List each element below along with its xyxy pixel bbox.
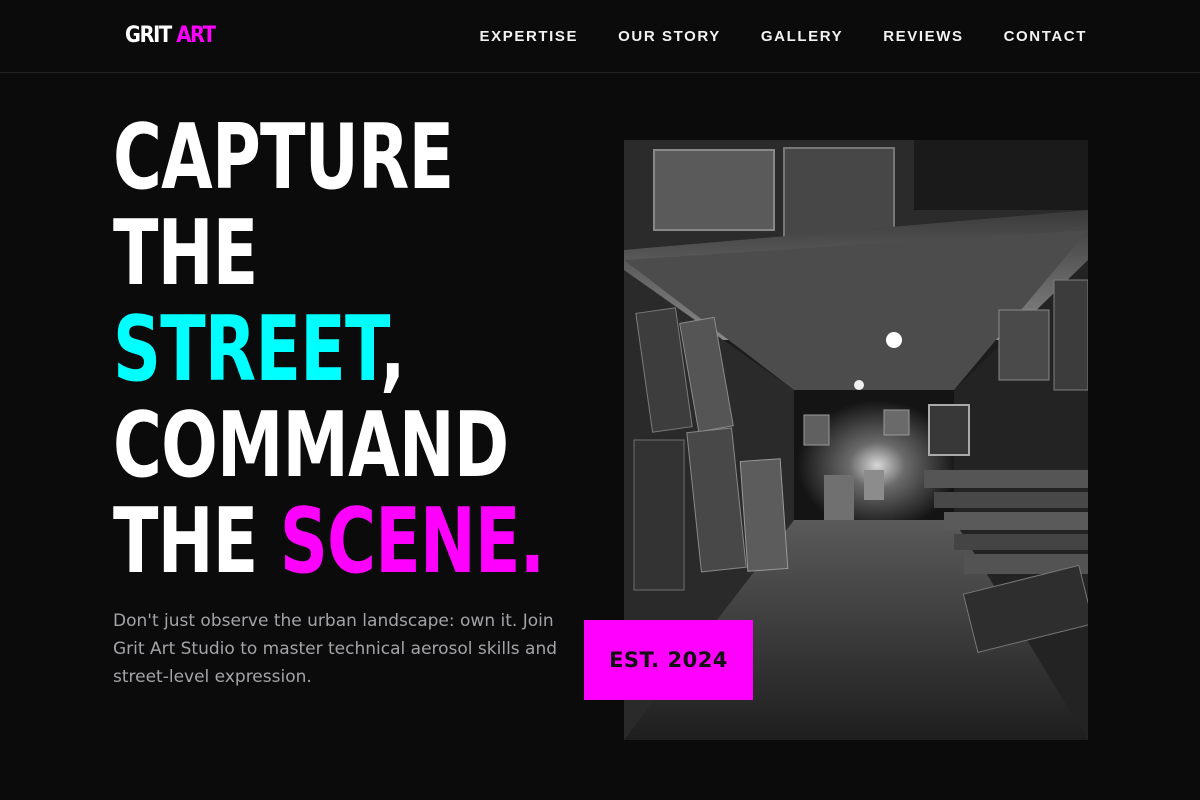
headline-line-1: CAPTURE — [113, 105, 454, 210]
nav-link-contact[interactable]: CONTACT — [1004, 27, 1087, 47]
hero-headline: CAPTURE THE STREET, COMMAND THE SCENE. — [113, 105, 545, 590]
headline-accent-street: STREET — [113, 297, 381, 402]
headline-line-3: STREET, — [113, 302, 544, 398]
brand-logo[interactable]: GRIT ART — [125, 22, 216, 50]
brand-name-part2: ART — [176, 23, 216, 48]
nav-link-our-story[interactable]: OUR STORY — [618, 27, 721, 47]
headline-the: THE — [113, 489, 280, 594]
headline-accent-scene: SCENE. — [279, 489, 545, 594]
headline-comma: , — [380, 297, 405, 402]
headline-line-4: COMMAND — [113, 393, 509, 498]
nav-link-reviews[interactable]: REVIEWS — [883, 27, 963, 47]
main-menu: EXPERTISE OUR STORY GALLERY REVIEWS CONT… — [480, 27, 1087, 47]
headline-line-5: THE SCENE. — [113, 494, 545, 590]
headline-line-2: THE — [113, 201, 258, 306]
established-badge: EST. 2024 — [584, 620, 753, 700]
brand-name-part1: GRIT — [125, 23, 172, 48]
top-nav: GRIT ART EXPERTISE OUR STORY GALLERY REV… — [0, 0, 1200, 73]
hero-description: Don't just observe the urban landscape: … — [113, 611, 558, 687]
nav-link-gallery[interactable]: GALLERY — [761, 27, 843, 47]
nav-link-expertise[interactable]: EXPERTISE — [480, 27, 579, 47]
